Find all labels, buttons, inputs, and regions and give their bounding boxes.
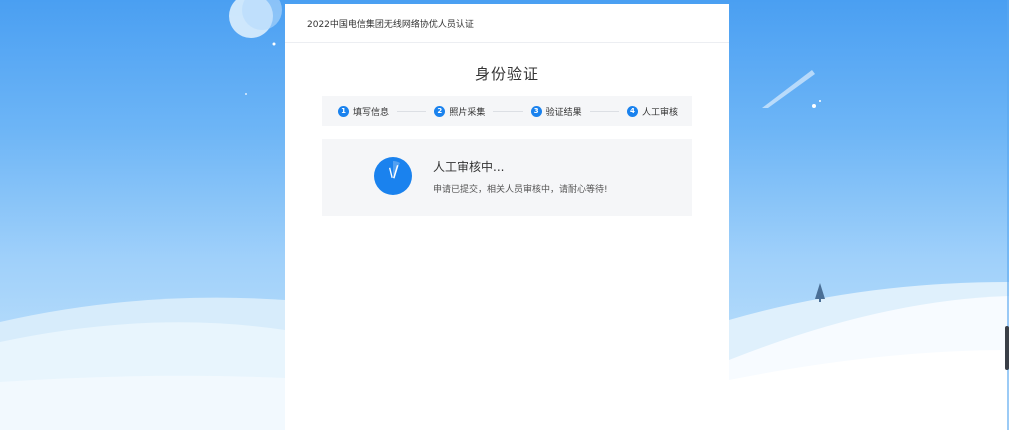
step-fill-info: 1 填写信息 xyxy=(338,105,389,118)
scrollbar-handle[interactable] xyxy=(1005,326,1009,370)
step-manual-review: 4 人工审核 xyxy=(626,105,678,118)
page-background: 2022中国电信集团无线网络协优人员认证 身份验证 1 填写信息 2 照片采集 … xyxy=(0,0,1009,430)
main-panel: 2022中国电信集团无线网络协优人员认证 身份验证 1 填写信息 2 照片采集 … xyxy=(285,4,729,430)
step-progress-bar: 1 填写信息 2 照片采集 3 验证结果 4 人工审核 xyxy=(322,96,692,126)
step-connector xyxy=(397,110,427,112)
step-label: 填写信息 xyxy=(353,107,390,118)
step-number-badge: 3 xyxy=(530,105,542,117)
step-verify-result: 3 验证结果 xyxy=(530,105,582,118)
app-title: 2022中国电信集团无线网络协优人员认证 xyxy=(307,19,474,30)
clock-icon xyxy=(374,157,412,195)
step-number-badge: 1 xyxy=(338,105,349,117)
step-number-badge: 2 xyxy=(434,105,446,117)
step-label: 验证结果 xyxy=(545,107,582,118)
app-header: 2022中国电信集团无线网络协优人员认证 xyxy=(285,4,729,43)
status-description: 申请已提交，相关人员审核中，请耐心等待! xyxy=(433,185,608,195)
step-label: 人工审核 xyxy=(641,107,678,118)
step-number-badge: 4 xyxy=(626,105,638,117)
step-connector xyxy=(493,110,523,112)
step-connector xyxy=(589,110,619,112)
page-title: 身份验证 xyxy=(474,65,539,83)
review-status-card: 人工审核中... 申请已提交，相关人员审核中，请耐心等待! xyxy=(322,139,692,216)
status-title: 人工审核中... xyxy=(433,160,505,174)
step-photo-capture: 2 照片采集 xyxy=(434,105,485,118)
step-label: 照片采集 xyxy=(449,107,486,118)
